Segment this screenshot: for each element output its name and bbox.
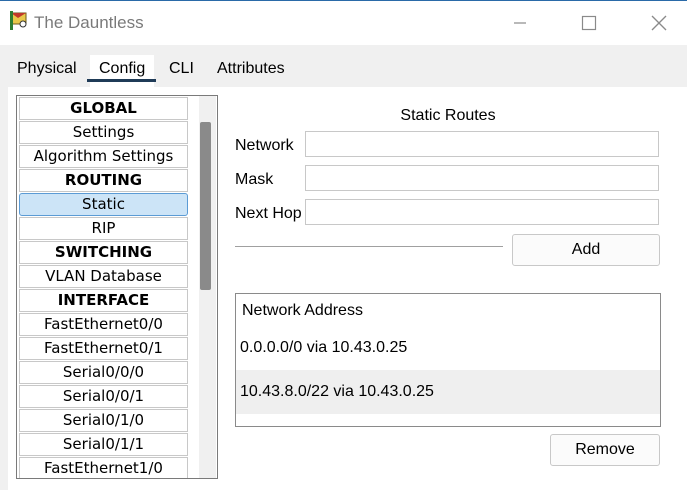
sidebar-item-serial0-0-1[interactable]: Serial0/0/1 (19, 385, 188, 408)
form-divider (235, 246, 503, 247)
sidebar-item-serial0-1-0[interactable]: Serial0/1/0 (19, 409, 188, 432)
tab-bar: Physical Config CLI Attributes (8, 55, 297, 87)
mask-label: Mask (235, 171, 274, 188)
sidebar-header-switching[interactable]: SWITCHING (19, 241, 188, 264)
sidebar-item-vlan-database[interactable]: VLAN Database (19, 265, 188, 288)
route-row[interactable]: 0.0.0.0/0 via 10.43.0.25 (236, 326, 660, 370)
sidebar-item-fastethernet0-1[interactable]: FastEthernet0/1 (19, 337, 188, 360)
sidebar-item-serial0-0-0[interactable]: Serial0/0/0 (19, 361, 188, 384)
sidebar-item-algorithm-settings[interactable]: Algorithm Settings (19, 145, 188, 168)
remove-button[interactable]: Remove (550, 434, 660, 466)
close-icon (651, 15, 667, 31)
network-label: Network (235, 137, 294, 154)
mask-input[interactable] (305, 165, 659, 191)
sidebar-item-static[interactable]: Static (19, 193, 188, 216)
sidebar-item-fastethernet0-0[interactable]: FastEthernet0/0 (19, 313, 188, 336)
minimize-button[interactable] (497, 1, 543, 45)
route-list[interactable]: Network Address 0.0.0.0/0 via 10.43.0.25… (235, 293, 661, 427)
config-sidebar: GLOBAL Settings Algorithm Settings ROUTI… (16, 95, 218, 479)
sidebar-item-settings[interactable]: Settings (19, 121, 188, 144)
sidebar-item-serial0-1-1[interactable]: Serial0/1/1 (19, 433, 188, 456)
packet-tracer-router-icon (8, 9, 30, 31)
sidebar-item-fastethernet1-0[interactable]: FastEthernet1/0 (19, 457, 188, 478)
close-button[interactable] (636, 1, 682, 45)
sidebar-scrollbar[interactable] (199, 96, 216, 478)
active-tab-indicator (87, 79, 156, 82)
add-button[interactable]: Add (512, 234, 660, 266)
next-hop-label: Next Hop (235, 205, 302, 222)
next-hop-input[interactable] (305, 199, 659, 225)
tab-physical[interactable]: Physical (8, 55, 86, 87)
route-row[interactable]: 10.43.8.0/22 via 10.43.0.25 (236, 370, 660, 414)
tab-attributes[interactable]: Attributes (208, 55, 294, 87)
minimize-icon (514, 22, 526, 24)
tab-config[interactable]: Config (90, 55, 155, 87)
network-input[interactable] (305, 131, 659, 157)
static-routes-title: Static Routes (400, 107, 496, 124)
maximize-icon (581, 15, 597, 31)
sidebar-header-interface[interactable]: INTERFACE (19, 289, 188, 312)
maximize-button[interactable] (566, 1, 612, 45)
network-address-header: Network Address (242, 302, 363, 319)
sidebar-header-routing[interactable]: ROUTING (19, 169, 188, 192)
sidebar-header-global[interactable]: GLOBAL (19, 97, 188, 120)
title-bar: The Dauntless (0, 0, 687, 45)
window-title: The Dauntless (34, 13, 144, 32)
scrollbar-thumb[interactable] (200, 122, 211, 290)
tab-cli[interactable]: CLI (160, 55, 203, 87)
sidebar-item-rip[interactable]: RIP (19, 217, 188, 240)
